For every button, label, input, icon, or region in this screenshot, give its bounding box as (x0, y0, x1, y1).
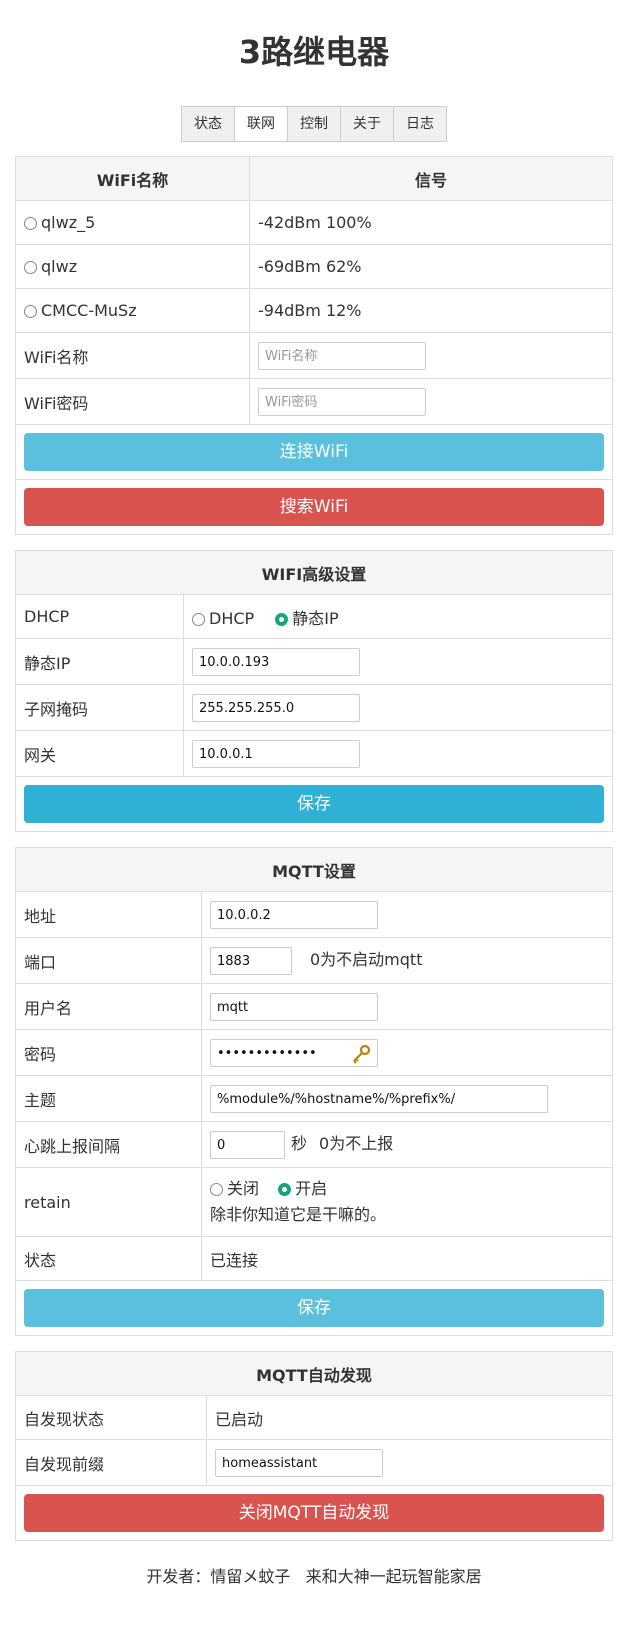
wifi-advanced-header: WIFI高级设置 (16, 551, 612, 595)
retain-hint: 除非你知道它是干嘛的。 (210, 1205, 387, 1224)
gateway-label: 网关 (16, 730, 184, 777)
static-ip-radio[interactable] (275, 612, 289, 626)
mqtt-port-input[interactable]: 1883 (210, 946, 292, 975)
static-ip-label: 静态IP (16, 638, 184, 685)
retain-label: retain (16, 1167, 202, 1237)
wifi-radio[interactable] (24, 305, 37, 318)
wifi-signal-header: 信号 (249, 157, 612, 201)
heartbeat-label: 心跳上报间隔 (16, 1121, 202, 1168)
discovery-header: MQTT自动发现 (16, 1352, 612, 1396)
wifi-password-label: WiFi密码 (16, 378, 250, 425)
wifi-table: WiFi名称 信号 qlwz_5 -42dBm 100% qlwz -69dBm… (16, 157, 612, 534)
mqtt-table: MQTT设置 地址 10.0.0.2 端口 1883 0为不启动mqtt 用户名 … (16, 848, 612, 1335)
connect-wifi-button[interactable]: 连接WiFi (24, 433, 604, 471)
mqtt-address-label: 地址 (16, 891, 202, 938)
wifi-ssid: qlwz (41, 257, 78, 276)
tab-network[interactable]: 联网 (234, 106, 287, 142)
wifi-signal: -69dBm 62% (249, 244, 612, 289)
wifi-name-label: WiFi名称 (16, 332, 250, 379)
tab-bar: 状态 联网 控制 关于 日志 (0, 106, 628, 142)
static-ip-option-label: 静态IP (292, 608, 339, 628)
mqtt-port-label: 端口 (16, 937, 202, 984)
mqtt-topic-label: 主题 (16, 1075, 202, 1122)
wifi-radio[interactable] (24, 261, 37, 274)
dhcp-label: DHCP (16, 594, 184, 639)
save-mqtt-button[interactable]: 保存 (24, 1289, 604, 1327)
tab-control[interactable]: 控制 (287, 106, 340, 142)
footer: 开发者：情留メ蚊子 来和大神一起玩智能家居 (146, 1567, 482, 1586)
mqtt-password-label: 密码 (16, 1029, 202, 1076)
mqtt-address-input[interactable]: 10.0.0.2 (210, 900, 378, 929)
static-ip-input[interactable]: 10.0.0.193 (192, 647, 360, 676)
wifi-advanced-panel: WIFI高级设置 DHCP DHCP 静态IP 静态IP 10.0.0.193 … (15, 550, 613, 832)
wifi-name-header: WiFi名称 (16, 157, 250, 201)
wifi-network-row[interactable]: qlwz_5 -42dBm 100% (16, 200, 612, 245)
mqtt-password-value: ••••••••••••• (217, 1045, 317, 1061)
wifi-signal: -42dBm 100% (249, 200, 612, 245)
discovery-prefix-input[interactable]: homeassistant (215, 1448, 383, 1477)
close-discovery-button[interactable]: 关闭MQTT自动发现 (24, 1494, 604, 1532)
mqtt-port-hint: 0为不启动mqtt (310, 950, 423, 970)
mqtt-username-label: 用户名 (16, 983, 202, 1030)
wifi-network-row[interactable]: CMCC-MuSz -94dBm 12% (16, 288, 612, 333)
wifi-password-input[interactable]: WiFi密码 (258, 387, 426, 416)
tab-log[interactable]: 日志 (393, 106, 447, 142)
mqtt-panel: MQTT设置 地址 10.0.0.2 端口 1883 0为不启动mqtt 用户名 … (15, 847, 613, 1336)
key-icon[interactable] (351, 1044, 371, 1064)
page: 3路继电器 状态 联网 控制 关于 日志 WiFi名称 信号 qlwz_5 -4… (0, 0, 628, 1587)
mqtt-status-label: 状态 (16, 1236, 202, 1281)
dhcp-option-label: DHCP (209, 608, 255, 628)
gateway-input[interactable]: 10.0.0.1 (192, 739, 360, 768)
discovery-table: MQTT自动发现 自发现状态 已启动 自发现前缀 homeassistant 关… (16, 1352, 612, 1540)
page-title: 3路继电器 (238, 33, 390, 71)
heartbeat-input[interactable]: 0 (210, 1130, 285, 1159)
tab-about[interactable]: 关于 (340, 106, 393, 142)
dhcp-radio[interactable] (192, 612, 205, 626)
save-wifi-advanced-button[interactable]: 保存 (24, 785, 604, 823)
wifi-network-row[interactable]: qlwz -69dBm 62% (16, 244, 612, 289)
wifi-name-input[interactable]: WiFi名称 (258, 341, 426, 370)
mqtt-username-input[interactable]: mqtt (210, 992, 378, 1021)
discovery-state-value: 已启动 (206, 1395, 612, 1440)
discovery-state-label: 自发现状态 (16, 1395, 207, 1440)
heartbeat-unit: 秒 (291, 1134, 308, 1154)
subnet-mask-input[interactable]: 255.255.255.0 (192, 693, 360, 722)
wifi-ssid: CMCC-MuSz (41, 301, 137, 320)
mqtt-topic-input[interactable]: %module%/%hostname%/%prefix%/ (210, 1084, 548, 1113)
wifi-signal: -94dBm 12% (249, 288, 612, 333)
wifi-radio[interactable] (24, 217, 37, 230)
discovery-prefix-label: 自发现前缀 (16, 1439, 207, 1486)
retain-on-radio[interactable] (278, 1183, 292, 1196)
mqtt-status-value: 已连接 (201, 1236, 612, 1281)
wifi-ssid: qlwz_5 (41, 213, 96, 232)
subnet-mask-label: 子网掩码 (16, 684, 184, 731)
retain-off-label: 关闭 (227, 1179, 260, 1198)
tab-status[interactable]: 状态 (181, 106, 234, 142)
scan-wifi-button[interactable]: 搜索WiFi (24, 488, 604, 526)
mqtt-header: MQTT设置 (16, 848, 612, 892)
discovery-panel: MQTT自动发现 自发现状态 已启动 自发现前缀 homeassistant 关… (15, 1351, 613, 1541)
retain-on-label: 开启 (295, 1179, 328, 1198)
wifi-advanced-table: WIFI高级设置 DHCP DHCP 静态IP 静态IP 10.0.0.193 … (16, 551, 612, 831)
mqtt-password-input[interactable]: ••••••••••••• (210, 1038, 378, 1067)
heartbeat-hint: 0为不上报 (319, 1134, 394, 1154)
retain-off-radio[interactable] (210, 1183, 223, 1196)
wifi-panel: WiFi名称 信号 qlwz_5 -42dBm 100% qlwz -69dBm… (15, 156, 613, 535)
